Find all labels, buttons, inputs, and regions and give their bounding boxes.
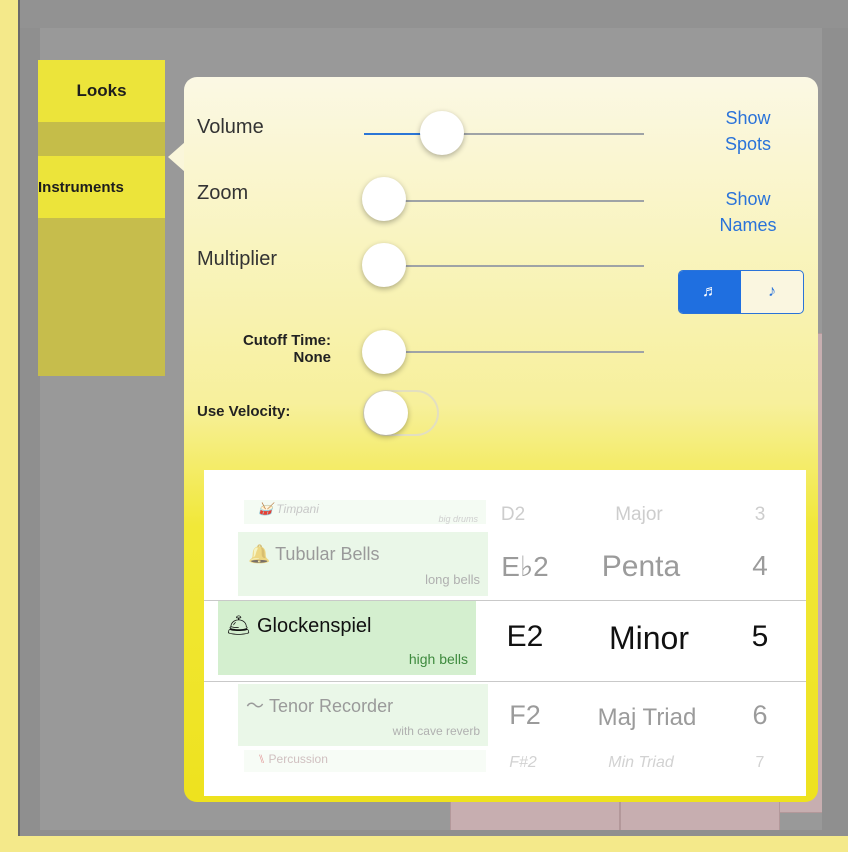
picker-octave[interactable]: 3 (738, 504, 782, 526)
tab-looks[interactable]: Looks (38, 60, 165, 122)
instrument-name: ⑊ Percussion (258, 752, 328, 766)
instrument-description: high bells (408, 651, 468, 667)
instrument-item[interactable]: ⑊ Percussion (244, 750, 486, 772)
use-velocity-label: Use Velocity: (197, 403, 291, 420)
background-grid-cell (620, 798, 780, 830)
picker-octave[interactable]: 6 (738, 700, 782, 731)
instrument-description: long bells (425, 572, 480, 587)
volume-slider-knob[interactable] (420, 111, 464, 155)
instrument-item-selected[interactable]: 🛎 Glockenspiel high bells (218, 601, 476, 675)
tab-instruments-label: Instruments (38, 178, 124, 196)
percussion-icon: ⑊ (258, 752, 266, 766)
picker-octave-selected[interactable]: 5 (738, 620, 782, 654)
picker-note-selected[interactable]: E2 (490, 620, 560, 654)
picker-selection-bottom-line (204, 681, 806, 682)
instrument-picker[interactable]: 🥁 Timpani big drums D2 Major 3 🔔 Tubular… (204, 470, 806, 796)
single-note-icon[interactable]: ♪ (741, 271, 803, 313)
picker-octave[interactable]: 4 (738, 550, 782, 582)
show-spots-line2: Spots (724, 134, 772, 154)
tab-separator (38, 122, 165, 156)
instrument-item[interactable]: 🥁 Timpani big drums (244, 500, 486, 524)
show-spots-line1: Show (725, 108, 771, 128)
multiplier-slider-track (364, 265, 644, 267)
cutoff-time-label: Cutoff Time: None (197, 332, 331, 366)
picker-note[interactable]: E♭2 (490, 550, 560, 583)
cutoff-time-label-line1: Cutoff Time: (242, 332, 331, 349)
volume-label: Volume (197, 116, 264, 138)
background-grid-cell (450, 798, 620, 830)
picker-octave[interactable]: 7 (738, 754, 782, 772)
picker-note[interactable]: D2 (484, 504, 542, 526)
tab-instruments[interactable]: Instruments (38, 156, 165, 218)
instrument-item[interactable]: 🔔 Tubular Bells long bells (238, 532, 488, 596)
recorder-icon: 〜 (246, 696, 264, 716)
cutoff-time-value: None (293, 349, 332, 366)
zoom-slider-knob[interactable] (362, 177, 406, 221)
cutoff-slider-track (364, 351, 644, 353)
instrument-name: 🛎 Glockenspiel (226, 615, 372, 637)
picker-scale[interactable]: Major (574, 504, 704, 526)
picker-scale-selected[interactable]: Minor (584, 620, 714, 657)
drum-icon: 🥁 (258, 502, 273, 516)
picker-scale[interactable]: Penta (576, 550, 706, 584)
instrument-name: 〜 Tenor Recorder (246, 696, 394, 716)
zoom-slider-track (364, 200, 644, 202)
cutoff-slider-knob[interactable] (362, 330, 406, 374)
instrument-description: with cave reverb (392, 724, 480, 738)
picker-note[interactable]: F#2 (488, 754, 558, 772)
use-velocity-toggle-knob[interactable] (364, 391, 408, 435)
show-spots-link[interactable]: Show Spots (700, 105, 796, 157)
multiplier-slider-knob[interactable] (362, 243, 406, 287)
instrument-name: 🥁 Timpani (258, 502, 319, 516)
multiplier-label: Multiplier (197, 248, 278, 270)
tab-looks-label: Looks (76, 81, 127, 100)
instrument-description: big drums (438, 514, 478, 524)
picker-note[interactable]: F2 (494, 700, 556, 731)
bell-icon: 🔔 (248, 544, 271, 564)
tab-strip-filler (38, 218, 165, 376)
note-mode-segmented-control[interactable]: ♬ ♪ (678, 270, 804, 314)
show-names-line2: Names (719, 215, 777, 235)
show-names-link[interactable]: Show Names (696, 186, 800, 238)
picker-scale[interactable]: Maj Triad (570, 704, 724, 732)
show-names-line1: Show (725, 189, 771, 209)
picker-scale[interactable]: Min Triad (576, 754, 706, 772)
top-band (20, 0, 848, 28)
instrument-name: 🔔 Tubular Bells (248, 544, 380, 564)
instrument-item[interactable]: 〜 Tenor Recorder with cave reverb (238, 684, 488, 746)
popover-arrow (168, 142, 185, 172)
beamed-notes-icon[interactable]: ♬ (679, 271, 741, 313)
zoom-label: Zoom (197, 182, 249, 204)
glockenspiel-bell-icon: 🛎 (226, 615, 252, 637)
